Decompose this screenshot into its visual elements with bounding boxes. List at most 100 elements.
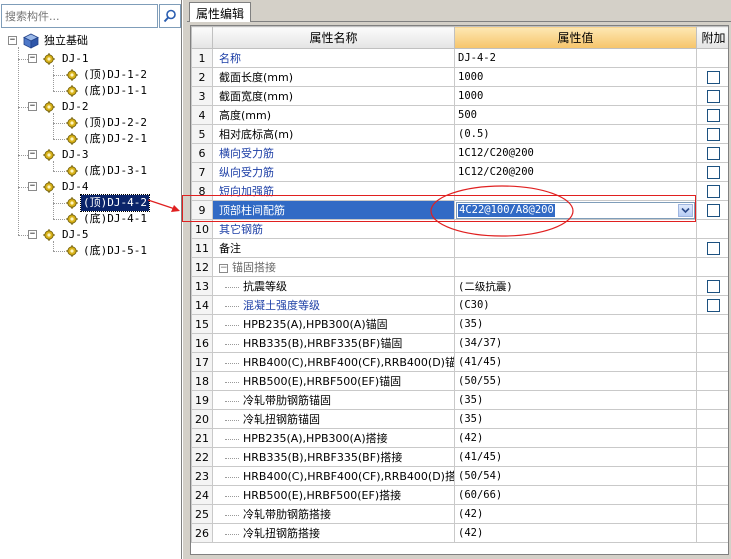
attach-checkbox[interactable] <box>707 203 720 217</box>
panel-splitter[interactable] <box>182 0 187 559</box>
attach-checkbox[interactable] <box>707 165 720 179</box>
property-name-cell[interactable]: 冷轧带肋钢筋搭接 <box>212 504 455 524</box>
attach-cell[interactable] <box>696 295 728 315</box>
property-row[interactable]: 23 HRB400(C),HRBF400(CF),RRB400(D)搭 (50/54… <box>191 466 728 486</box>
attach-checkbox[interactable] <box>707 279 720 293</box>
attach-checkbox[interactable] <box>707 127 720 141</box>
property-row[interactable]: 21 HPB235(A),HPB300(A)搭接 (42) <box>191 428 728 448</box>
tree-toggle-dj-5[interactable]: − <box>28 230 37 239</box>
property-row[interactable]: 14 混凝土强度等级 (C30) <box>191 295 728 315</box>
property-row[interactable]: 17 HRB400(C),HRBF400(CF),RRB400(D)锚 (41/45… <box>191 352 728 372</box>
attach-cell[interactable] <box>696 466 728 486</box>
property-row[interactable]: 5 相对底标高(m) (0.5) <box>191 124 728 144</box>
tree-group-dj-1[interactable]: DJ-1 <box>60 51 91 67</box>
property-name-cell[interactable]: 名称 <box>212 48 455 68</box>
attach-cell[interactable] <box>696 67 728 87</box>
property-row[interactable]: 10 其它钢筋 <box>191 219 728 239</box>
property-row[interactable]: 4 高度(mm) 500 <box>191 105 728 125</box>
property-row[interactable]: 22 HRB335(B),HRBF335(BF)搭接 (41/45) <box>191 447 728 467</box>
property-value-cell[interactable]: (42) <box>454 523 697 543</box>
attach-cell[interactable] <box>696 352 728 372</box>
property-value-cell[interactable]: (35) <box>454 314 697 334</box>
property-name-cell[interactable]: 冷轧扭钢筋搭接 <box>212 523 455 543</box>
attach-cell[interactable] <box>696 371 728 391</box>
property-value-cell[interactable]: (42) <box>454 428 697 448</box>
tree-toggle-dj-3[interactable]: − <box>28 150 37 159</box>
attach-cell[interactable] <box>696 48 728 68</box>
property-value-cell[interactable]: (60/66) <box>454 485 697 505</box>
tree-item[interactable]: (顶)DJ-4-2 <box>80 194 150 212</box>
property-row[interactable]: 20 冷轧扭钢筋锚固 (35) <box>191 409 728 429</box>
tree-item[interactable]: (底)DJ-5-1 <box>81 243 149 259</box>
attach-checkbox[interactable] <box>707 70 720 84</box>
attach-cell[interactable] <box>696 162 728 182</box>
property-name-cell[interactable]: HRB335(B),HRBF335(BF)搭接 <box>212 447 455 467</box>
attach-cell[interactable] <box>696 409 728 429</box>
property-value-cell[interactable] <box>454 219 697 239</box>
header-attach[interactable]: 附加 <box>696 26 728 49</box>
attach-cell[interactable] <box>696 200 728 220</box>
attach-cell[interactable] <box>696 390 728 410</box>
search-input[interactable] <box>1 4 158 28</box>
attach-cell[interactable] <box>696 181 728 201</box>
property-row[interactable]: 1 名称 DJ-4-2 <box>191 48 728 68</box>
attach-cell[interactable] <box>696 333 728 353</box>
property-row[interactable]: 16 HRB335(B),HRBF335(BF)锚固 (34/37) <box>191 333 728 353</box>
property-value-cell[interactable]: (35) <box>454 390 697 410</box>
tree-item[interactable]: (顶)DJ-2-2 <box>81 115 149 131</box>
property-value-cell[interactable]: (41/45) <box>454 447 697 467</box>
property-value-cell[interactable]: (41/45) <box>454 352 697 372</box>
property-value-cell[interactable]: 500 <box>454 105 697 125</box>
attach-cell[interactable] <box>696 504 728 524</box>
property-name-cell[interactable]: 混凝土强度等级 <box>212 295 455 315</box>
property-value-cell[interactable]: DJ-4-2 <box>454 48 697 68</box>
property-value-cell[interactable] <box>454 238 697 258</box>
tree-group-dj-2[interactable]: DJ-2 <box>60 99 91 115</box>
property-value-cell[interactable]: (50/54) <box>454 466 697 486</box>
property-name-cell[interactable]: 相对底标高(m) <box>212 124 455 144</box>
property-name-cell[interactable]: 截面宽度(mm) <box>212 86 455 106</box>
attach-cell[interactable] <box>696 257 728 277</box>
property-row[interactable]: 26 冷轧扭钢筋搭接 (42) <box>191 523 728 543</box>
tree-item[interactable]: (底)DJ-1-1 <box>81 83 149 99</box>
tree-root-label[interactable]: 独立基础 <box>42 33 90 49</box>
property-name-cell[interactable]: 抗震等级 <box>212 276 455 296</box>
property-value-cell[interactable]: (C30) <box>454 295 697 315</box>
attach-cell[interactable] <box>696 523 728 543</box>
tree-item[interactable]: (底)DJ-2-1 <box>81 131 149 147</box>
attach-checkbox[interactable] <box>707 108 720 122</box>
attach-cell[interactable] <box>696 428 728 448</box>
property-row[interactable]: 3 截面宽度(mm) 1000 <box>191 86 728 106</box>
attach-cell[interactable] <box>696 105 728 125</box>
tree-item[interactable]: (底)DJ-3-1 <box>81 163 149 179</box>
property-row[interactable]: 12− 锚固搭接 <box>191 257 728 277</box>
property-row[interactable]: 6 横向受力筋 1C12/C20@200 <box>191 143 728 163</box>
header-name[interactable]: 属性名称 <box>212 26 455 49</box>
attach-checkbox[interactable] <box>707 298 720 312</box>
property-name-cell[interactable]: 横向受力筋 <box>212 143 455 163</box>
property-row[interactable]: 15 HPB235(A),HPB300(A)锚固 (35) <box>191 314 728 334</box>
attach-cell[interactable] <box>696 124 728 144</box>
attach-cell[interactable] <box>696 86 728 106</box>
property-row[interactable]: 13 抗震等级 (二级抗震) <box>191 276 728 296</box>
property-name-cell[interactable]: 备注 <box>212 238 455 258</box>
property-name-cell[interactable]: − 锚固搭接 <box>212 257 455 277</box>
property-value-cell[interactable]: 1C12/C20@200 <box>454 143 697 163</box>
tree-group-dj-4[interactable]: DJ-4 <box>60 179 91 195</box>
property-name-cell[interactable]: HRB335(B),HRBF335(BF)锚固 <box>212 333 455 353</box>
property-value-cell[interactable]: (42) <box>454 504 697 524</box>
property-name-cell[interactable]: 冷轧扭钢筋锚固 <box>212 409 455 429</box>
property-row[interactable]: 25 冷轧带肋钢筋搭接 (42) <box>191 504 728 524</box>
property-row[interactable]: 18 HRB500(E),HRBF500(EF)锚固 (50/55) <box>191 371 728 391</box>
property-name-cell[interactable]: HRB400(C),HRBF400(CF),RRB400(D)搭 <box>212 466 455 486</box>
tree-toggle-dj-2[interactable]: − <box>28 102 37 111</box>
property-name-cell[interactable]: 高度(mm) <box>212 105 455 125</box>
property-name-cell[interactable]: 其它钢筋 <box>212 219 455 239</box>
property-name-cell[interactable]: HRB500(E),HRBF500(EF)锚固 <box>212 371 455 391</box>
attach-cell[interactable] <box>696 276 728 296</box>
tree-toggle-dj-1[interactable]: − <box>28 54 37 63</box>
property-value-cell[interactable]: (二级抗震) <box>454 276 697 296</box>
property-value-cell[interactable]: (0.5) <box>454 124 697 144</box>
property-row[interactable]: 19 冷轧带肋钢筋锚固 (35) <box>191 390 728 410</box>
property-value-cell[interactable]: 1000 <box>454 86 697 106</box>
